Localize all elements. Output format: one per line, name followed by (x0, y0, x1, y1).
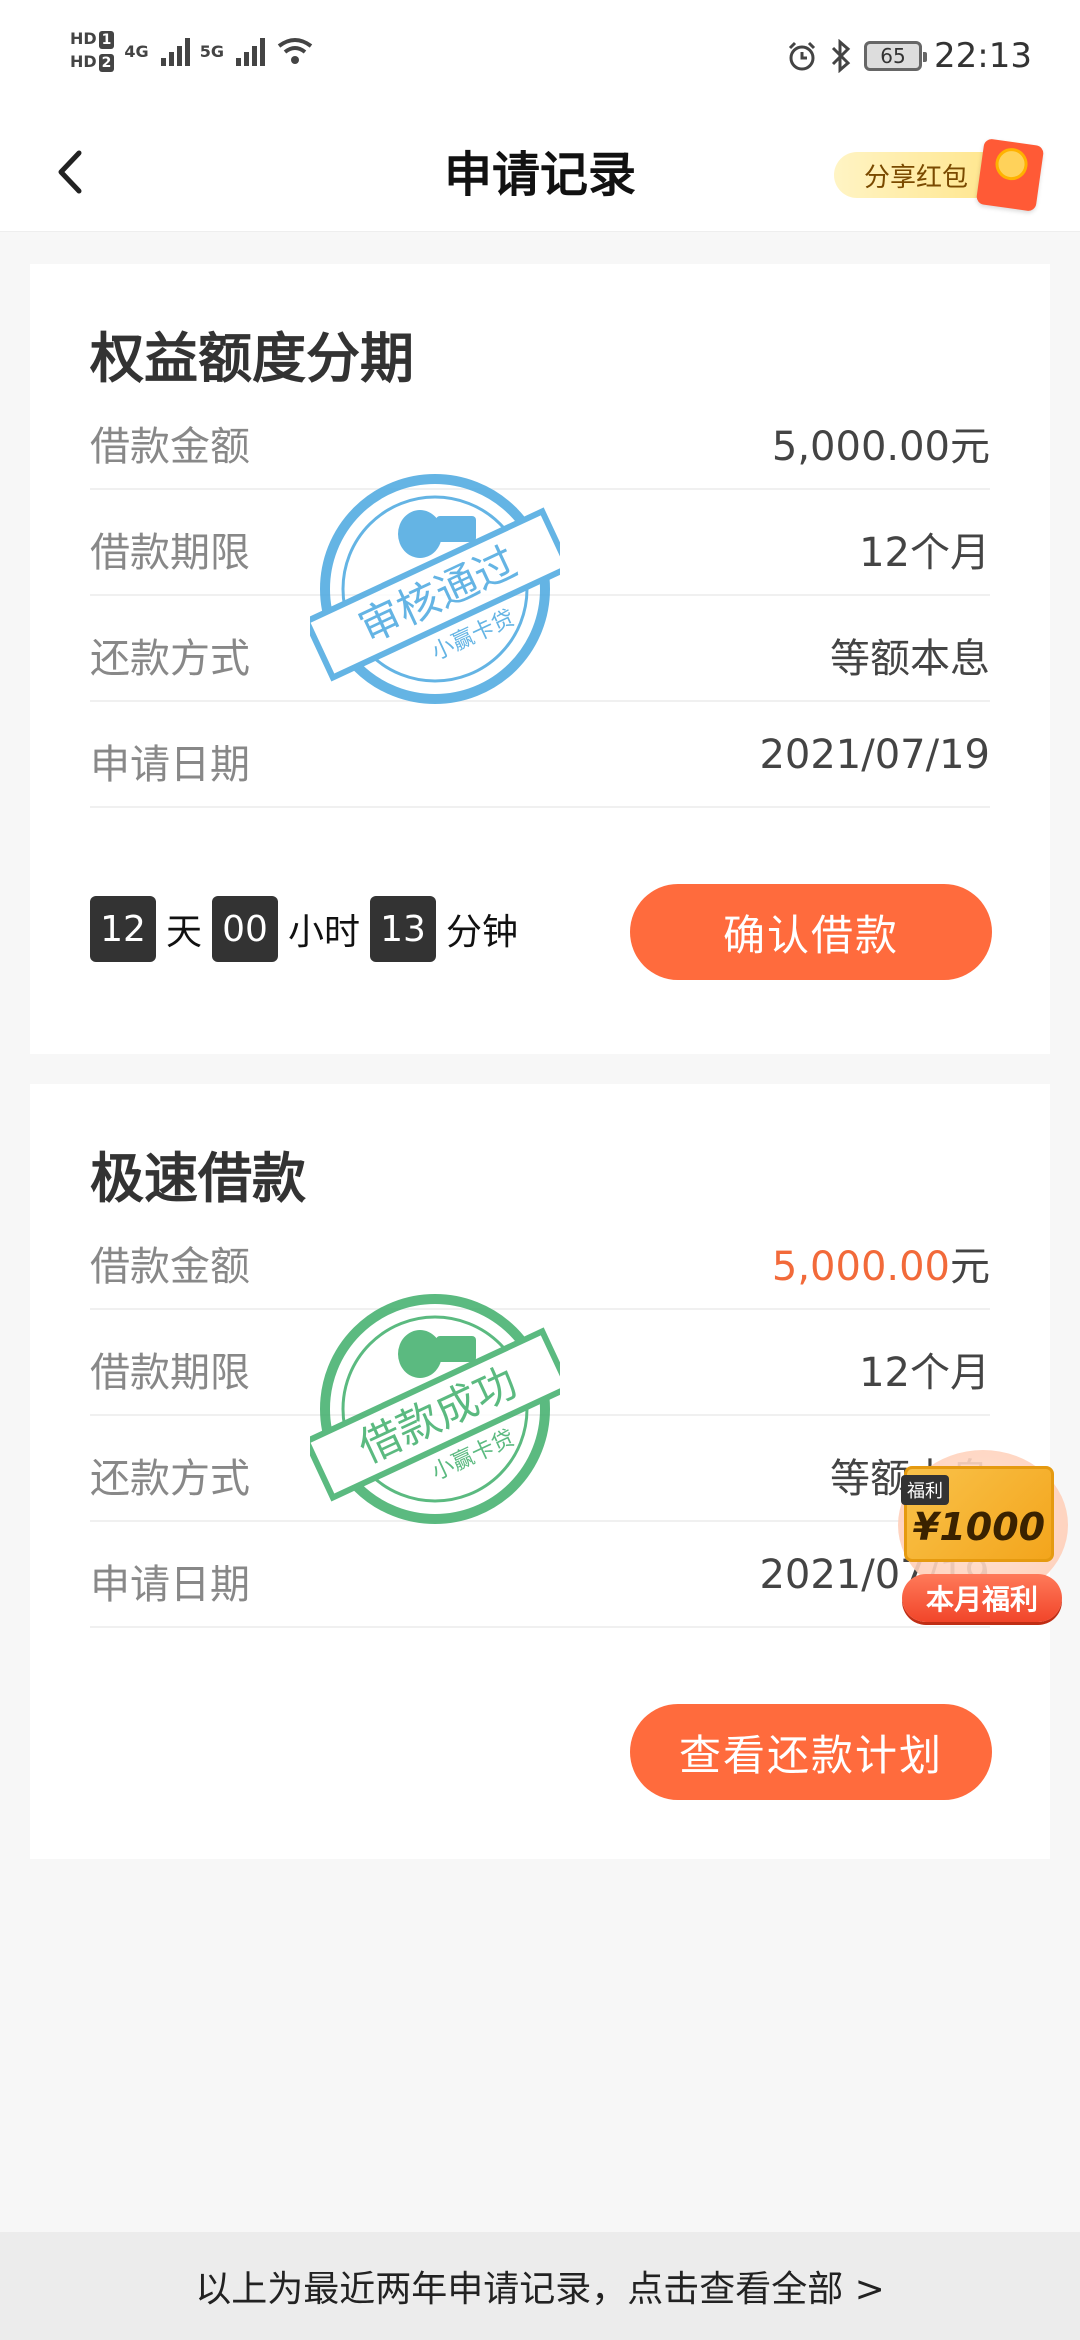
row-value: 12个月 (859, 530, 990, 576)
wifi-icon (277, 38, 313, 64)
hd-indicators: HD 1 HD 2 (70, 30, 115, 72)
status-bar: HD 1 HD 2 4G 5G 65 22:13 (0, 0, 1080, 120)
signal-icon (235, 36, 265, 66)
countdown-minutes-unit: 分钟 (446, 912, 519, 953)
row-value: 5,000.00元 (772, 1234, 990, 1292)
row-label: 借款金额 (90, 1244, 250, 1290)
hd1-indicator: HD 1 (70, 30, 115, 49)
benefit-label: 本月福利 (902, 1574, 1062, 1622)
bluetooth-icon (831, 39, 851, 73)
status-right: 65 22:13 (786, 36, 1032, 76)
battery-level: 65 (880, 44, 906, 68)
view-all-records-link[interactable]: 以上为最近两年申请记录，点击查看全部 > (0, 2232, 1080, 2340)
battery-icon: 65 (864, 41, 928, 71)
red-envelope-icon (975, 138, 1045, 212)
hd2-indicator: HD 2 (70, 53, 115, 72)
countdown-days-unit: 天 (166, 912, 203, 953)
row-label: 还款方式 (90, 1456, 250, 1502)
amount-highlight: 5,000.00 (771, 1244, 950, 1290)
card-title: 权益额度分期 (90, 327, 414, 390)
row-value: 5,000.00元 (771, 424, 990, 470)
row-label: 申请日期 (90, 742, 250, 788)
signal-icon (160, 36, 190, 66)
share-red-packet-button[interactable]: 分享红包 (834, 138, 1050, 212)
row-label: 申请日期 (90, 1562, 250, 1608)
row-value: 12个月 (859, 1350, 990, 1396)
benefit-amount: ¥1000 (912, 1505, 1046, 1549)
countdown-hours: 00 (212, 896, 279, 962)
benefit-tag: 福利 (901, 1475, 949, 1505)
row-label: 借款期限 (90, 530, 250, 576)
row-label: 还款方式 (90, 636, 250, 682)
row-value: 等额本息 (830, 636, 990, 682)
monthly-benefit-widget[interactable]: 福利 ¥1000 本月福利 (888, 1450, 1080, 1640)
countdown-hours-unit: 小时 (288, 912, 361, 953)
countdown-days: 12 (90, 896, 156, 962)
countdown-timer: 12 天 00 小时 13 分钟 (90, 896, 528, 962)
nav-bar: 申请记录 分享红包 (0, 120, 1080, 232)
view-repayment-plan-button[interactable]: 查看还款计划 (630, 1704, 992, 1800)
coin-icon (993, 146, 1030, 183)
network-4g-label: 4G (124, 41, 149, 61)
row-application-date: 申请日期 2021/07/19 (90, 1522, 990, 1628)
row-value: 2021/07/19 (759, 732, 990, 778)
loan-success-stamp: 借款成功 小赢卡贷 (310, 1294, 560, 1524)
approved-stamp: 审核通过 小赢卡贷 (310, 474, 560, 704)
countdown-minutes: 13 (370, 896, 437, 962)
row-label: 借款金额 (90, 424, 250, 470)
confirm-loan-button[interactable]: 确认借款 (630, 884, 992, 980)
clock: 22:13 (934, 36, 1032, 76)
row-application-date: 申请日期 2021/07/19 (90, 702, 990, 808)
row-label: 借款期限 (90, 1350, 250, 1396)
alarm-icon (788, 41, 816, 71)
coupon-card: 福利 ¥1000 (901, 1466, 1054, 1562)
network-5g-label: 5G (199, 41, 224, 61)
application-card: 权益额度分期 借款金额 5,000.00元 借款期限 12个月 还款方式 等额本… (30, 264, 1050, 1054)
status-left: HD 1 HD 2 4G 5G (70, 30, 315, 72)
card-title: 极速借款 (90, 1147, 306, 1210)
amount-unit: 元 (950, 1244, 990, 1290)
